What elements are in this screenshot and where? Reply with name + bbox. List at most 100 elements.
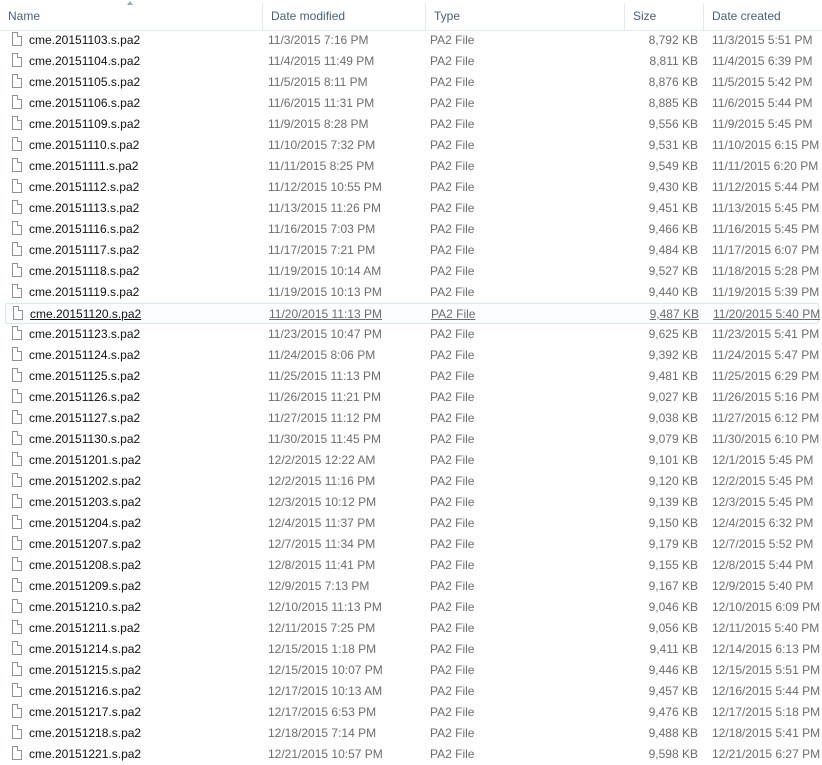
blank-file-icon bbox=[12, 158, 22, 172]
file-row[interactable]: cme.20151103.s.pa2 11/3/2015 7:16 PM PA2 F… bbox=[0, 30, 822, 51]
file-size: 9,625 KB bbox=[648, 327, 698, 341]
file-row[interactable]: cme.20151126.s.pa2 11/26/2015 11:21 PM PA2… bbox=[0, 387, 822, 408]
file-row[interactable]: cme.20151113.s.pa2 11/13/2015 11:26 PM PA2… bbox=[0, 198, 822, 219]
file-size: 9,556 KB bbox=[648, 117, 698, 131]
file-name: cme.20151201.s.pa2 bbox=[29, 453, 142, 467]
file-size: 9,046 KB bbox=[648, 600, 698, 614]
file-row[interactable]: cme.20151111.s.pa2 11/11/2015 8:25 PM PA2 … bbox=[0, 156, 822, 177]
file-date-modified: 12/18/2015 7:14 PM bbox=[268, 726, 377, 740]
file-row[interactable]: cme.20151216.s.pa2 12/17/2015 10:13 AM PA2… bbox=[0, 681, 822, 702]
file-type: PA2 File bbox=[430, 201, 475, 215]
blank-file-icon bbox=[12, 221, 22, 235]
blank-file-icon bbox=[12, 284, 22, 298]
file-name: cme.20151117.s.pa2 bbox=[29, 243, 140, 257]
file-row[interactable]: cme.20151130.s.pa2 11/30/2015 11:45 PM PA2… bbox=[0, 429, 822, 450]
column-header-name[interactable]: Name bbox=[0, 0, 263, 30]
file-row[interactable]: cme.20151210.s.pa2 12/10/2015 11:13 PM PA2… bbox=[0, 597, 822, 618]
file-row[interactable]: cme.20151218.s.pa2 12/18/2015 7:14 PM PA2 … bbox=[0, 723, 822, 744]
file-row[interactable]: cme.20151203.s.pa2 12/3/2015 10:12 PM PA2 … bbox=[0, 492, 822, 513]
file-name: cme.20151209.s.pa2 bbox=[29, 579, 142, 593]
file-date-modified: 11/23/2015 10:47 PM bbox=[268, 327, 382, 341]
file-date-created: 11/4/2015 6:39 PM bbox=[712, 54, 813, 68]
file-size: 9,466 KB bbox=[648, 222, 698, 236]
file-row[interactable]: cme.20151207.s.pa2 12/7/2015 11:34 PM PA2 … bbox=[0, 534, 822, 555]
file-date-created: 12/9/2015 5:40 PM bbox=[712, 579, 814, 593]
file-size: 9,451 KB bbox=[648, 201, 698, 215]
file-type: PA2 File bbox=[430, 222, 475, 236]
file-size: 9,484 KB bbox=[648, 243, 698, 257]
file-row[interactable]: cme.20151204.s.pa2 12/4/2015 11:37 PM PA2 … bbox=[0, 513, 822, 534]
column-header-date-created[interactable]: Date created bbox=[704, 0, 822, 30]
file-date-modified: 11/4/2015 11:49 PM bbox=[268, 54, 375, 68]
file-row[interactable]: cme.20151125.s.pa2 11/25/2015 11:13 PM PA2… bbox=[0, 366, 822, 387]
file-type: PA2 File bbox=[430, 327, 475, 341]
file-row[interactable]: cme.20151106.s.pa2 11/6/2015 11:31 PM PA2 … bbox=[0, 93, 822, 114]
file-name: cme.20151211.s.pa2 bbox=[29, 621, 141, 635]
file-name: cme.20151202.s.pa2 bbox=[29, 474, 142, 488]
file-row[interactable]: cme.20151109.s.pa2 11/9/2015 8:28 PM PA2 F… bbox=[0, 114, 822, 135]
file-row[interactable]: cme.20151104.s.pa2 11/4/2015 11:49 PM PA2 … bbox=[0, 51, 822, 72]
file-name: cme.20151110.s.pa2 bbox=[29, 138, 140, 152]
column-header-size[interactable]: Size bbox=[625, 0, 704, 30]
file-date-created: 11/17/2015 6:07 PM bbox=[712, 243, 820, 257]
file-date-created: 11/19/2015 5:39 PM bbox=[712, 285, 820, 299]
file-date-created: 12/4/2015 6:32 PM bbox=[712, 516, 814, 530]
file-row[interactable]: cme.20151117.s.pa2 11/17/2015 7:21 PM PA2 … bbox=[0, 240, 822, 261]
blank-file-icon bbox=[12, 683, 22, 697]
file-size: 9,155 KB bbox=[648, 558, 698, 572]
column-header-type[interactable]: Type bbox=[426, 0, 625, 30]
file-name: cme.20151106.s.pa2 bbox=[29, 96, 141, 110]
file-date-created: 11/12/2015 5:44 PM bbox=[712, 180, 820, 194]
file-date-created: 12/17/2015 5:18 PM bbox=[712, 705, 821, 719]
blank-file-icon bbox=[12, 410, 22, 424]
file-row[interactable]: cme.20151217.s.pa2 12/17/2015 6:53 PM PA2 … bbox=[0, 702, 822, 723]
file-row[interactable]: cme.20151215.s.pa2 12/15/2015 10:07 PM PA2… bbox=[0, 660, 822, 681]
file-size: 9,167 KB bbox=[648, 579, 698, 593]
file-name: cme.20151118.s.pa2 bbox=[29, 264, 140, 278]
file-date-modified: 11/16/2015 7:03 PM bbox=[268, 222, 376, 236]
column-header-date-modified[interactable]: Date modified bbox=[263, 0, 426, 30]
file-name: cme.20151217.s.pa2 bbox=[29, 705, 142, 719]
blank-file-icon bbox=[12, 746, 22, 760]
file-row[interactable]: cme.20151105.s.pa2 11/5/2015 8:11 PM PA2 F… bbox=[0, 72, 822, 93]
file-row[interactable]: cme.20151119.s.pa2 11/19/2015 10:13 PM PA2… bbox=[0, 282, 822, 303]
file-row[interactable]: cme.20151208.s.pa2 12/8/2015 11:41 PM PA2 … bbox=[0, 555, 822, 576]
file-row[interactable]: cme.20151123.s.pa2 11/23/2015 10:47 PM PA2… bbox=[0, 324, 822, 345]
file-size: 9,527 KB bbox=[648, 264, 698, 278]
file-size: 9,457 KB bbox=[648, 684, 698, 698]
blank-file-icon bbox=[12, 347, 22, 361]
file-row[interactable]: cme.20151118.s.pa2 11/19/2015 10:14 AM PA2… bbox=[0, 261, 822, 282]
file-row[interactable]: cme.20151110.s.pa2 11/10/2015 7:32 PM PA2 … bbox=[0, 135, 822, 156]
file-row[interactable]: cme.20151221.s.pa2 12/21/2015 10:57 PM PA2… bbox=[0, 744, 822, 765]
file-date-modified: 11/6/2015 11:31 PM bbox=[268, 96, 375, 110]
file-row[interactable]: cme.20151202.s.pa2 12/2/2015 11:16 PM PA2 … bbox=[0, 471, 822, 492]
blank-file-icon bbox=[12, 200, 22, 214]
file-row[interactable]: cme.20151211.s.pa2 12/11/2015 7:25 PM PA2 … bbox=[0, 618, 822, 639]
file-date-created: 11/30/2015 6:10 PM bbox=[712, 432, 820, 446]
file-type: PA2 File bbox=[430, 96, 475, 110]
blank-file-icon bbox=[12, 389, 22, 403]
file-name: cme.20151111.s.pa2 bbox=[29, 159, 139, 173]
file-type: PA2 File bbox=[430, 516, 475, 530]
file-size: 9,487 KB bbox=[649, 307, 699, 321]
file-row[interactable]: cme.20151214.s.pa2 12/15/2015 1:18 PM PA2 … bbox=[0, 639, 822, 660]
file-row[interactable]: cme.20151112.s.pa2 11/12/2015 10:55 PM PA2… bbox=[0, 177, 822, 198]
file-row[interactable]: cme.20151120.s.pa2 11/20/2015 11:13 PM PA2… bbox=[5, 303, 821, 324]
file-date-created: 11/20/2015 5:40 PM bbox=[713, 307, 821, 321]
file-row[interactable]: cme.20151127.s.pa2 11/27/2015 11:12 PM PA2… bbox=[0, 408, 822, 429]
file-date-created: 11/9/2015 5:45 PM bbox=[712, 117, 813, 131]
sort-up-icon bbox=[127, 1, 133, 5]
file-date-modified: 11/24/2015 8:06 PM bbox=[268, 348, 376, 362]
blank-file-icon bbox=[12, 620, 22, 634]
file-date-created: 11/13/2015 5:45 PM bbox=[712, 201, 820, 215]
file-row[interactable]: cme.20151209.s.pa2 12/9/2015 7:13 PM PA2 F… bbox=[0, 576, 822, 597]
file-size: 9,531 KB bbox=[648, 138, 698, 152]
file-row[interactable]: cme.20151116.s.pa2 11/16/2015 7:03 PM PA2 … bbox=[0, 219, 822, 240]
blank-file-icon bbox=[12, 263, 22, 277]
file-row[interactable]: cme.20151201.s.pa2 12/2/2015 12:22 AM PA2 … bbox=[0, 450, 822, 471]
file-size: 9,476 KB bbox=[648, 705, 698, 719]
file-type: PA2 File bbox=[430, 117, 475, 131]
file-name: cme.20151210.s.pa2 bbox=[29, 600, 142, 614]
file-row[interactable]: cme.20151124.s.pa2 11/24/2015 8:06 PM PA2 … bbox=[0, 345, 822, 366]
blank-file-icon bbox=[13, 306, 23, 320]
